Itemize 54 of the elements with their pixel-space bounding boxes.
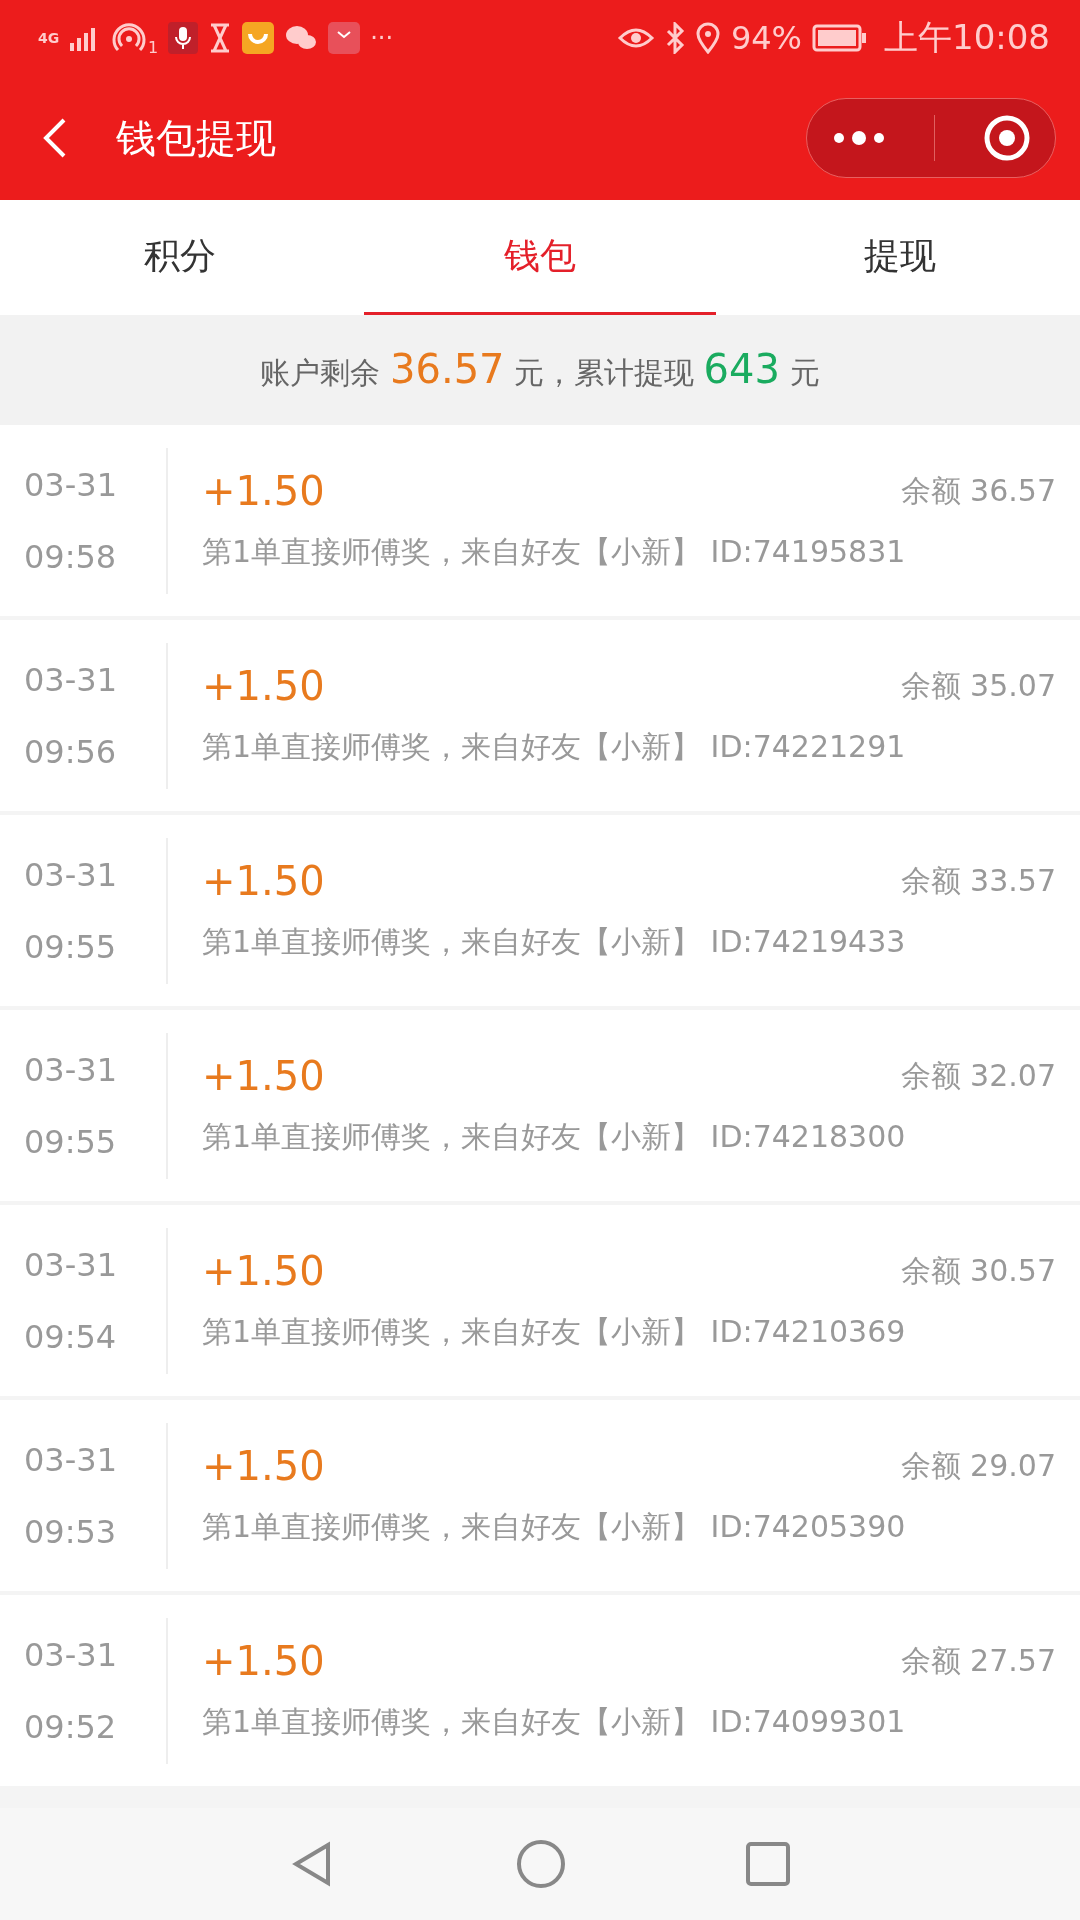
- record-time: 09:55: [24, 927, 118, 966]
- record-date: 03-31: [24, 465, 118, 504]
- record-description: 第1单直接师傅奖，来自好友【小新】 ID:74221291: [202, 728, 907, 766]
- record-balance: 余额 30.57: [900, 1251, 1056, 1290]
- hotspot-count: 1: [148, 37, 159, 57]
- record-description: 第1单直接师傅奖，来自好友【小新】 ID:74218300: [202, 1118, 907, 1156]
- record-time: 09:55: [24, 1122, 118, 1161]
- record-amount: +1.50: [202, 468, 325, 514]
- app-icon: [242, 22, 275, 54]
- network-label: 4G: [38, 31, 58, 45]
- home-icon[interactable]: [515, 1838, 567, 1890]
- record-date: 03-31: [24, 1050, 118, 1089]
- record-description: 第1单直接师傅奖，来自好友【小新】 ID:74195831: [202, 533, 907, 571]
- record-amount: +1.50: [202, 663, 325, 709]
- record-description: 第1单直接师傅奖，来自好友【小新】 ID:74099301: [202, 1703, 907, 1741]
- microphone-icon: [168, 22, 199, 54]
- record-description: 第1单直接师傅奖，来自好友【小新】 ID:74219433: [202, 923, 907, 961]
- record-time: 09:54: [24, 1317, 118, 1356]
- battery-icon: [812, 23, 868, 53]
- record-balance: 余额 36.57: [900, 471, 1056, 510]
- record-amount: +1.50: [202, 1053, 325, 1099]
- record-time: 09:56: [24, 732, 118, 771]
- record-time: 09:58: [24, 537, 118, 576]
- summary-text: 账户剩余 36.57 元，累计提现 643 元: [260, 346, 820, 394]
- record-date: 03-31: [24, 1440, 118, 1479]
- clock: 上午10:08: [884, 16, 1050, 59]
- hotspot-icon: [112, 23, 146, 53]
- app-icon: [328, 22, 361, 54]
- record-date: 03-31: [24, 1635, 118, 1674]
- record-time: 09:52: [24, 1707, 118, 1746]
- record-balance: 余额 27.57: [900, 1641, 1056, 1680]
- record-balance: 余额 35.07: [900, 666, 1056, 705]
- record-amount: +1.50: [202, 1638, 325, 1684]
- record-amount: +1.50: [202, 1248, 325, 1294]
- record-balance: 余额 29.07: [900, 1446, 1056, 1485]
- close-icon[interactable]: [983, 114, 1032, 162]
- record-description: 第1单直接师傅奖，来自好友【小新】 ID:74210369: [202, 1313, 907, 1351]
- record-balance: 余额 33.57: [900, 861, 1056, 900]
- record-time: 09:53: [24, 1512, 118, 1551]
- record-description: 第1单直接师傅奖，来自好友【小新】 ID:74205390: [202, 1508, 907, 1546]
- battery-percent: 94%: [730, 19, 802, 57]
- record-date: 03-31: [24, 855, 118, 894]
- record-amount: +1.50: [202, 1443, 325, 1489]
- record-amount: +1.50: [202, 858, 325, 904]
- more-notifications: ···: [370, 24, 394, 52]
- recents-icon[interactable]: [743, 1840, 792, 1888]
- tab[interactable]: 积分: [4, 200, 356, 315]
- location-icon: [694, 22, 721, 54]
- tab[interactable]: 提现: [724, 200, 1076, 315]
- page-title: 钱包提现: [116, 113, 277, 163]
- record-date: 03-31: [24, 660, 118, 699]
- bluetooth-icon: [664, 22, 685, 54]
- record-balance: 余额 32.07: [900, 1056, 1056, 1095]
- record-date: 03-31: [24, 1245, 118, 1284]
